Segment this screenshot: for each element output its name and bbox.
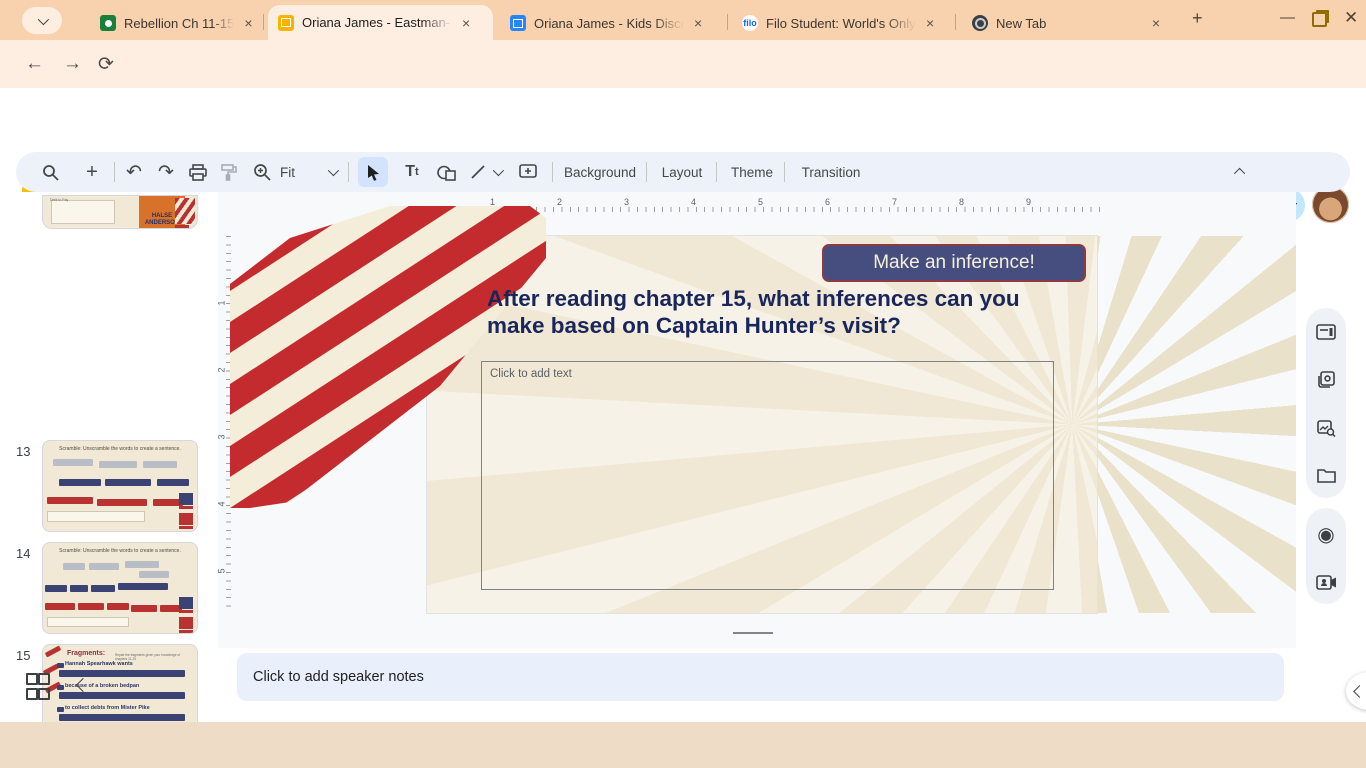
paint-format-icon[interactable]	[214, 152, 244, 192]
notes-drag-handle[interactable]	[733, 632, 773, 634]
grid-view-icon[interactable]	[26, 673, 50, 700]
close-window-button[interactable]: ✕	[1344, 8, 1358, 28]
slides-app-header: Oriana James - Eastman-3-2 Slides Chapte…	[0, 88, 1366, 229]
restore-button[interactable]	[1312, 12, 1327, 27]
placeholder-text: Click to add text	[490, 368, 572, 380]
slide-filmstrip: Debt to Pay HALSE ANDERSON 13 Scramble: …	[0, 192, 218, 768]
line-dropdown-icon[interactable]	[488, 152, 506, 192]
slide-number-15: 15	[16, 648, 31, 663]
side-tools-group-bottom: ◉	[1306, 508, 1346, 604]
shape-tool[interactable]	[430, 152, 462, 192]
theme-button[interactable]: Theme	[728, 152, 776, 192]
slide-text-placeholder-box[interactable]: Click to add text	[481, 361, 1054, 590]
classroom-favicon	[100, 15, 116, 31]
camera-record-icon[interactable]	[1315, 575, 1337, 590]
reload-icon[interactable]: ⟳	[98, 53, 114, 76]
sunburst-decoration	[1098, 236, 1296, 613]
browser-address-bar: ← → ⟳ docs.google.com/presentation/d/12s…	[0, 40, 1366, 121]
tab-close-icon[interactable]: ×	[692, 15, 704, 31]
transition-button[interactable]: Transition	[796, 152, 866, 192]
tab-search-button[interactable]	[22, 7, 62, 34]
flag-stamp-decoration	[179, 597, 193, 613]
select-tool[interactable]	[356, 152, 390, 192]
flag-stamp-decoration	[179, 493, 193, 509]
tab-title: Filo Student: World's Only Liv	[766, 15, 916, 31]
tab-close-icon[interactable]: ×	[1150, 15, 1162, 31]
tab-slides-active[interactable]: Oriana James - Eastman-3-2 S ×	[268, 5, 493, 40]
slides-favicon	[278, 14, 294, 31]
new-slide-button[interactable]: +	[76, 152, 108, 192]
back-icon[interactable]: ←	[25, 53, 44, 75]
print-icon[interactable]	[182, 152, 214, 192]
speaker-notes[interactable]: Click to add speaker notes	[237, 653, 1284, 701]
tab-filo[interactable]: filo Filo Student: World's Only Liv ×	[732, 6, 946, 40]
slide-title-text[interactable]: After reading chapter 15, what inference…	[487, 285, 1047, 339]
svg-text:★: ★	[261, 206, 294, 228]
article-tool-icon[interactable]	[1316, 323, 1336, 340]
tab-title: New Tab	[996, 15, 1047, 31]
search-menus-icon[interactable]	[32, 152, 68, 192]
undo-icon[interactable]: ↶	[118, 152, 150, 192]
image-search-tool-icon[interactable]	[1316, 419, 1336, 437]
side-tools-group-top	[1306, 308, 1346, 498]
tab-title: Oriana James - Kids Discover	[534, 15, 684, 31]
slide-number-13: 13	[16, 444, 31, 459]
tab-close-icon[interactable]: ×	[924, 15, 936, 31]
text-box-tool[interactable]: Tt	[396, 152, 428, 192]
tab-close-icon[interactable]: ×	[460, 15, 472, 31]
side-panel-toggle[interactable]	[1346, 672, 1366, 710]
svg-text:★: ★	[230, 219, 254, 254]
redo-icon[interactable]: ↷	[150, 152, 182, 192]
screen: Rebellion Ch 11-15 × Oriana James - East…	[0, 0, 1366, 768]
docs-favicon	[510, 15, 526, 31]
collapse-toolbar-icon[interactable]	[1226, 152, 1256, 192]
folder-tool-icon[interactable]	[1316, 468, 1336, 483]
background-button[interactable]: Background	[564, 152, 636, 192]
browser-tab-strip: Rebellion Ch 11-15 × Oriana James - East…	[0, 0, 1366, 40]
record-icon[interactable]: ◉	[1317, 522, 1334, 547]
zoom-dropdown-icon[interactable]	[322, 152, 342, 192]
zoom-select[interactable]: Fit	[280, 152, 314, 192]
tab-kids-discover[interactable]: Oriana James - Kids Discover ×	[500, 6, 714, 40]
svg-text:★: ★	[230, 206, 252, 207]
tab-title: Rebellion Ch 11-15	[124, 15, 235, 31]
slide-canvas: 1 2 3 4 5 6 7 8 9 1 2 3 4 5	[218, 192, 1296, 648]
thumbnail-slide-13[interactable]: Scramble: Unscramble the words to create…	[42, 440, 198, 532]
filo-favicon: filo	[742, 15, 758, 31]
thumbnail-slide-12-partial[interactable]: Debt to Pay HALSE ANDERSON	[42, 195, 198, 229]
chevron-down-icon	[37, 13, 50, 25]
inference-badge[interactable]: Make an inference!	[822, 244, 1086, 282]
insert-comment-icon[interactable]	[512, 152, 544, 192]
new-tab-button[interactable]: +	[1192, 8, 1203, 29]
fragments-header: Fragments:	[67, 650, 106, 657]
zoom-icon[interactable]	[246, 152, 278, 192]
tab-title: Oriana James - Eastman-3-2 S	[302, 15, 452, 30]
tab-close-icon[interactable]: ×	[242, 15, 254, 31]
tab-new-tab[interactable]: New Tab ×	[962, 6, 1172, 40]
screenshot-tool-icon[interactable]	[1317, 370, 1335, 389]
system-shelf: Desk 1 Sign out ⊖ Oct 17 1:55	[0, 722, 1366, 768]
tab-rebellion[interactable]: Rebellion Ch 11-15 ×	[90, 6, 265, 40]
new-tab-favicon	[972, 15, 988, 31]
forward-icon[interactable]: →	[63, 53, 82, 75]
flag-corner-decoration	[175, 198, 195, 228]
slide-number-14: 14	[16, 546, 31, 561]
minimize-button[interactable]: —	[1280, 9, 1295, 26]
slides-toolbar: + ↶ ↷ Fit Tt Background Layout Theme Tra…	[16, 152, 1350, 192]
layout-button[interactable]: Layout	[658, 152, 706, 192]
thumbnail-slide-14[interactable]: Scramble: Unscramble the words to create…	[42, 542, 198, 634]
